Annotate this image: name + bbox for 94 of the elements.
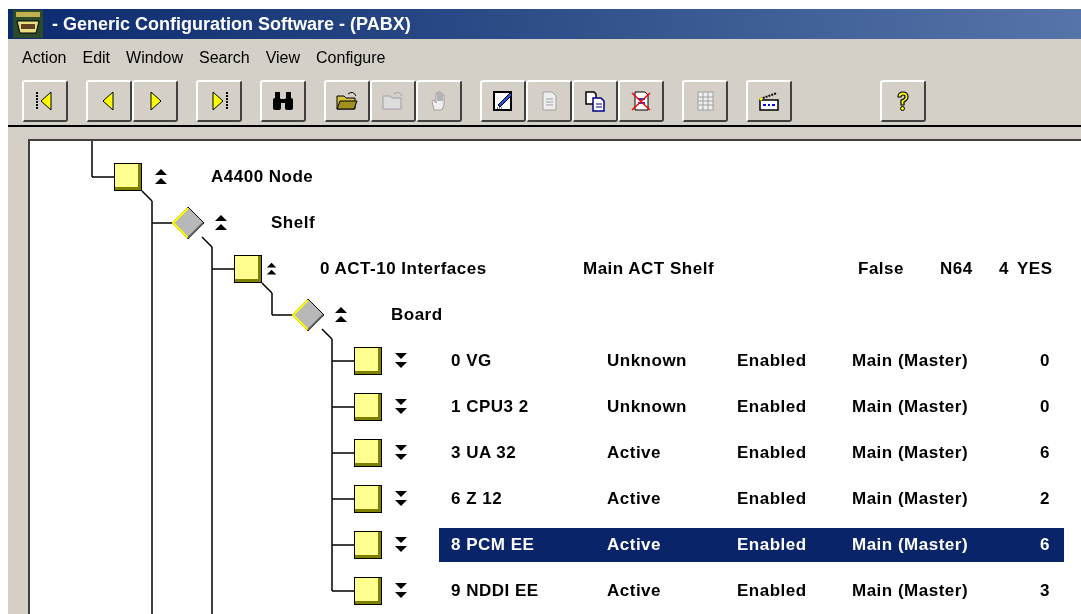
tree-row[interactable]: 1 CPU3 2 Unknown Enabled Main (Master) 0 (439, 390, 1064, 424)
table-cell-text: Active (607, 442, 663, 465)
table-cell-text: Enabled (737, 350, 808, 373)
double-up-arrow-icon[interactable] (334, 306, 348, 324)
toolbar-button[interactable] (618, 80, 664, 122)
menu-item[interactable]: Configure (310, 46, 392, 70)
table-cell-text: 0 (1040, 396, 1051, 419)
table-cell-text: N64 (940, 258, 974, 281)
node-label: 8 PCM EE (451, 534, 536, 557)
toolbar-button[interactable] (260, 80, 306, 122)
toolbar-button[interactable] (746, 80, 792, 122)
table-cell-text: YES (1017, 258, 1054, 281)
tree-row[interactable]: 3 UA 32 Active Enabled Main (Master) 6 (439, 436, 1064, 470)
table-cell-text: 0 (1040, 350, 1051, 373)
double-down-arrow-icon[interactable] (394, 536, 408, 554)
clapperboard-icon (757, 89, 781, 113)
table-cell-text: 2 (1040, 488, 1051, 511)
square-icon (354, 347, 382, 375)
toolbar-button[interactable] (132, 80, 178, 122)
toolbar-button[interactable] (86, 80, 132, 122)
table-cell-text: Active (607, 488, 663, 511)
folder-icon (335, 89, 359, 113)
table-cell-text: Enabled (737, 396, 808, 419)
table-cell-text: Main (Master) (852, 580, 970, 603)
double-down-arrow-icon[interactable] (394, 582, 408, 600)
node-label: Board (391, 304, 443, 327)
table-cell-text: Active (607, 580, 663, 603)
menu-item[interactable]: Search (192, 46, 256, 70)
tree-row[interactable]: 8 PCM EE Active Enabled Main (Master) 6 (439, 528, 1064, 562)
folder-icon (381, 89, 405, 113)
double-up-arrow-icon[interactable] (265, 260, 277, 278)
tree-row[interactable]: 0 VG Unknown Enabled Main (Master) 0 (439, 344, 1064, 378)
menu-item[interactable]: Edit (76, 46, 117, 70)
double-down-arrow-icon[interactable] (394, 352, 408, 370)
table-cell-text: Active (607, 534, 663, 557)
node-label: 6 Z 12 (451, 488, 504, 511)
table-cell-text: Enabled (737, 442, 808, 465)
window-title: - Generic Configuration Software - (PABX) (52, 12, 411, 36)
square-icon (354, 485, 382, 513)
toolbar-button[interactable] (22, 80, 68, 122)
node-label: Shelf (271, 212, 316, 235)
table-cell-text: 6 (1040, 534, 1051, 557)
node-label: 1 CPU3 2 (451, 396, 530, 419)
table-cell-text: Main ACT Shelf (583, 258, 716, 281)
node-label: A4400 Node (211, 166, 314, 189)
double-down-arrow-icon[interactable] (394, 490, 408, 508)
tree-row[interactable]: 0 ACT-10 Interfaces Main ACT Shelf False N64 4 YES (308, 252, 1081, 286)
double-down-arrow-icon[interactable] (394, 398, 408, 416)
table-cell-text: Main (Master) (852, 396, 970, 419)
square-icon (354, 577, 382, 605)
square-icon (354, 439, 382, 467)
pencil-document-icon (491, 89, 515, 113)
table-cell-text: Main (Master) (852, 488, 970, 511)
menu-item[interactable]: Window (120, 46, 189, 70)
delete-document-icon (629, 89, 653, 113)
menu-item[interactable]: View (259, 46, 307, 70)
table-cell-text: Unknown (607, 350, 688, 373)
toolbar-button[interactable] (324, 80, 370, 122)
table-cell-text: Enabled (737, 580, 808, 603)
tree-row[interactable]: 6 Z 12 Active Enabled Main (Master) 2 (439, 482, 1064, 516)
table-cell-text: 3 (1040, 580, 1051, 603)
double-down-arrow-icon[interactable] (394, 444, 408, 462)
square-icon (354, 531, 382, 559)
binoculars-icon (271, 89, 295, 113)
copy-icon (583, 89, 607, 113)
table-cell-text: Main (Master) (852, 350, 970, 373)
toolbar-button[interactable] (196, 80, 242, 122)
node-label: 0 VG (451, 350, 493, 373)
tree-row[interactable]: Shelf (259, 206, 320, 240)
tree-row[interactable]: A4400 Node (199, 160, 318, 194)
square-icon (354, 393, 382, 421)
toolbar-button[interactable] (880, 80, 926, 122)
diamond-icon (170, 205, 206, 241)
tree-row[interactable]: 9 NDDI EE Active Enabled Main (Master) 3 (439, 574, 1064, 608)
node-label: 3 UA 32 (451, 442, 518, 465)
node-label: 0 ACT-10 Interfaces (320, 258, 488, 281)
node-label: 9 NDDI EE (451, 580, 540, 603)
table-cell-text: Enabled (737, 488, 808, 511)
table-cell-text: Main (Master) (852, 534, 970, 557)
table-cell-text: 6 (1040, 442, 1051, 465)
double-up-arrow-icon[interactable] (154, 168, 168, 186)
table-cell-text: False (858, 258, 905, 281)
menu-item[interactable]: Action (16, 46, 73, 70)
diamond-icon (290, 297, 326, 333)
table-cell-text: Main (Master) (852, 442, 970, 465)
square-icon (114, 163, 142, 191)
double-up-arrow-icon[interactable] (214, 214, 228, 232)
table-cell-text: Enabled (737, 534, 808, 557)
table-cell-text: 4 (999, 258, 1010, 281)
toolbar-button[interactable] (572, 80, 618, 122)
tree-row[interactable]: Board (379, 298, 447, 332)
table-cell-text: Unknown (607, 396, 688, 419)
square-icon (234, 255, 262, 283)
toolbar-button[interactable] (480, 80, 526, 122)
